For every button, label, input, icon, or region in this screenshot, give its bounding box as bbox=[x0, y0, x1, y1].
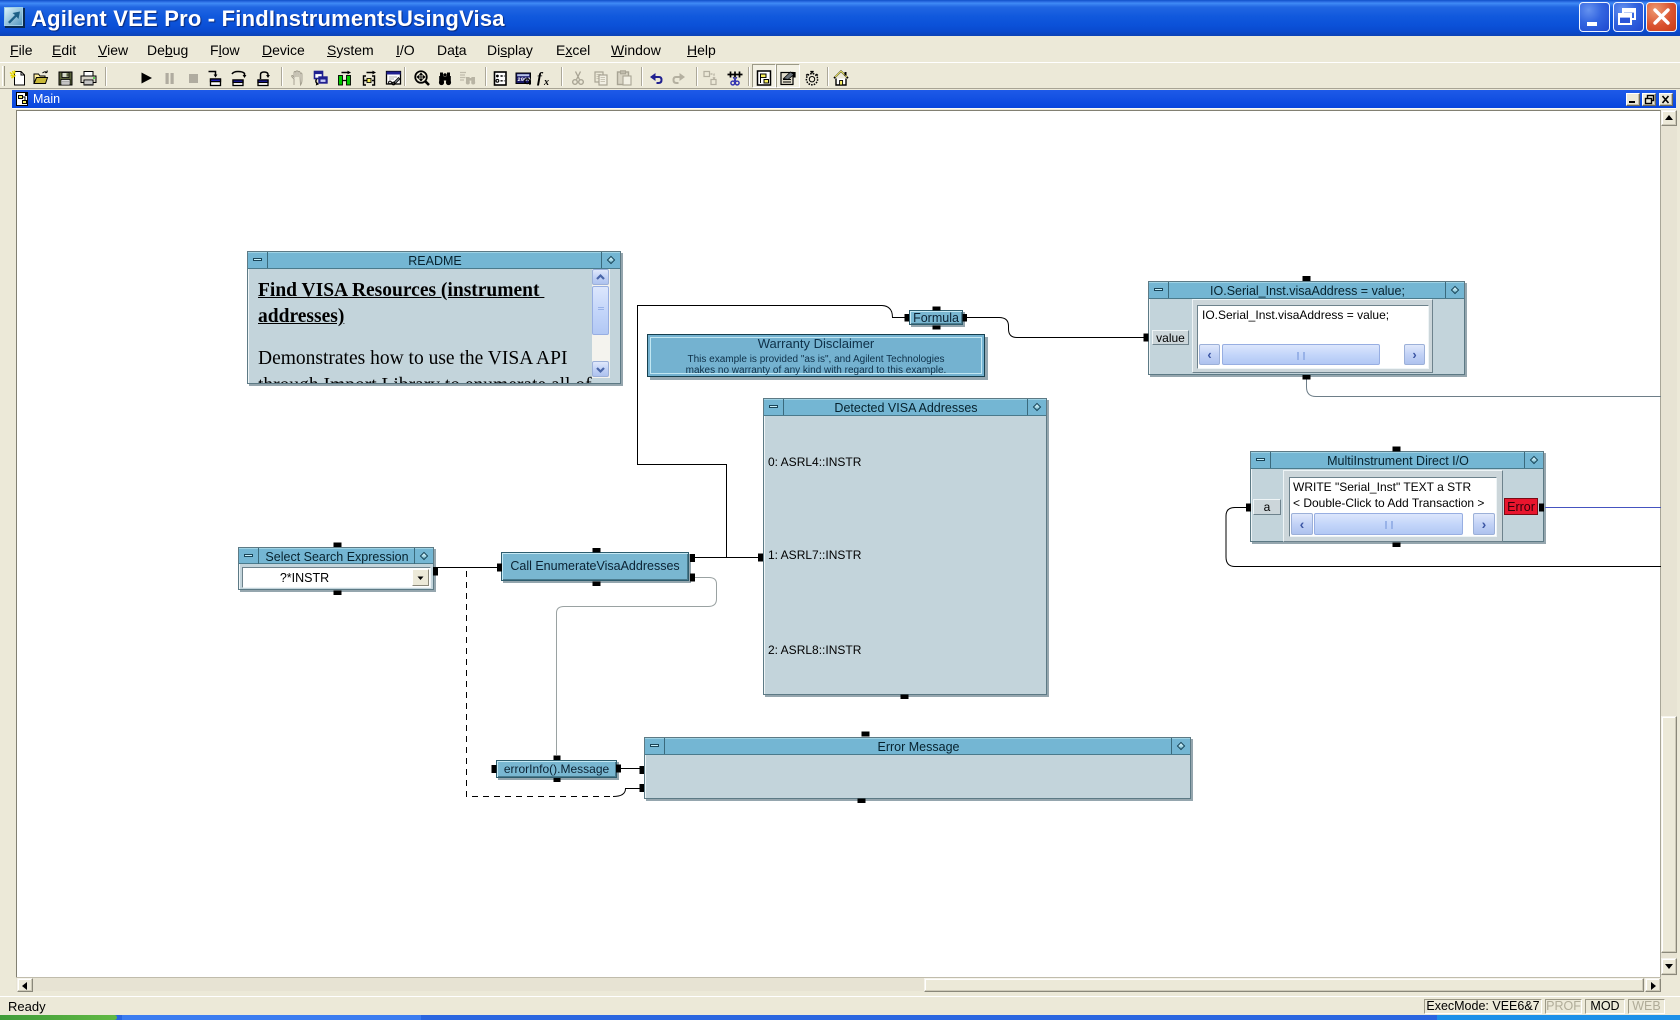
svg-text:f: f bbox=[537, 71, 544, 87]
svg-text:x: x bbox=[543, 77, 549, 88]
